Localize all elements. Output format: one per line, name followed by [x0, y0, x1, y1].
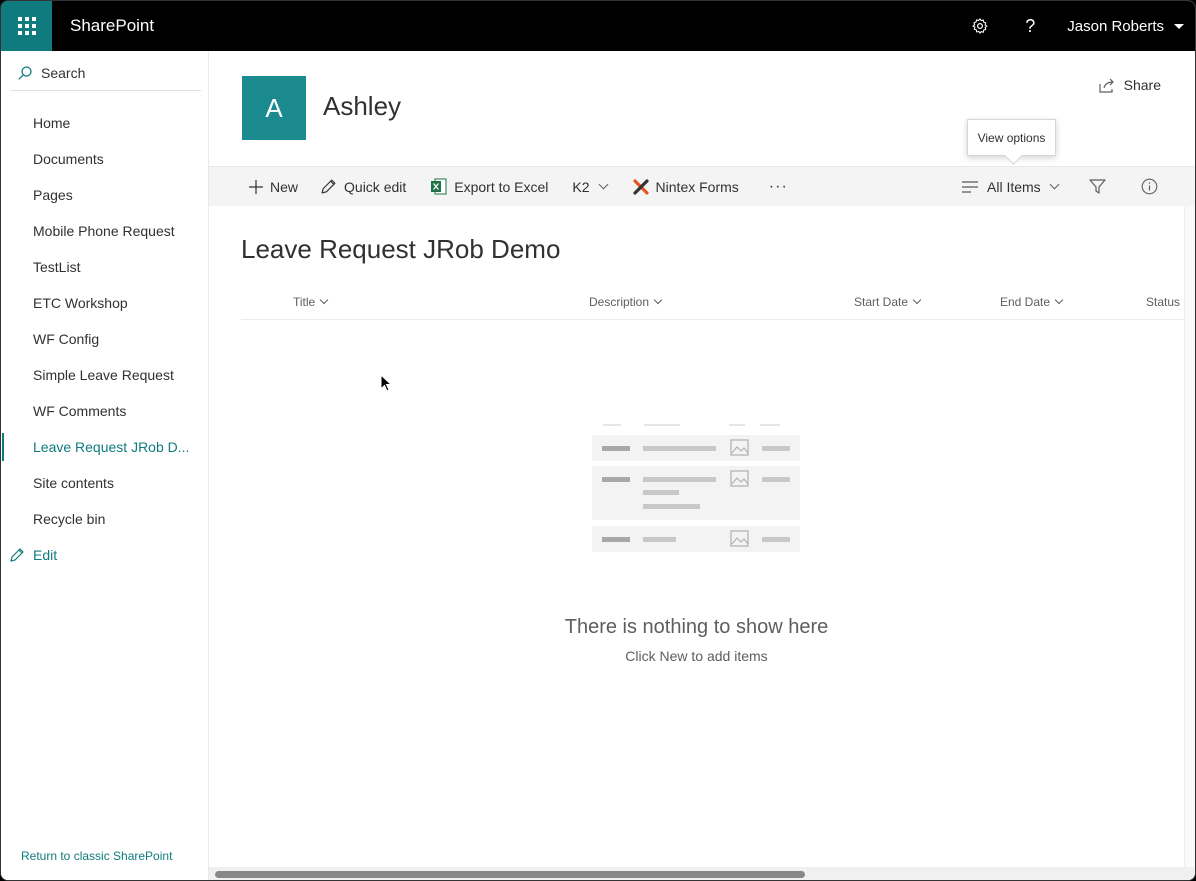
search-box[interactable]: Search: [11, 55, 201, 91]
column-header-end-date[interactable]: End Date: [1000, 295, 1064, 309]
nintex-icon: [632, 178, 649, 195]
filter-icon: [1089, 178, 1106, 194]
gear-icon: [972, 18, 988, 34]
nav-item-wf-comments[interactable]: WF Comments: [1, 393, 209, 429]
command-bar: New Quick edit Export to Excel K2 Nintex…: [209, 166, 1195, 207]
share-button[interactable]: Share: [1099, 77, 1161, 93]
quick-edit-label: Quick edit: [344, 178, 407, 195]
info-button[interactable]: [1141, 167, 1158, 207]
column-header-description[interactable]: Description: [589, 295, 663, 309]
site-title[interactable]: Ashley: [323, 91, 401, 122]
nav-item-recycle-bin[interactable]: Recycle bin: [1, 501, 209, 537]
nav-item-leave-request-jrob-demo[interactable]: Leave Request JRob D...: [1, 429, 209, 465]
new-label: New: [270, 178, 299, 195]
horizontal-scrollbar-thumb[interactable]: [215, 871, 805, 878]
browser-frame: SharePoint ? Jason Roberts Search Home D…: [0, 0, 1196, 881]
user-name[interactable]: Jason Roberts: [1067, 18, 1164, 35]
column-header-label: Status: [1146, 295, 1181, 309]
nav-item-testlist[interactable]: TestList: [1, 249, 209, 285]
empty-list-illustration: [592, 424, 800, 552]
horizontal-scrollbar[interactable]: [209, 867, 1195, 880]
export-label: Export to Excel: [454, 178, 549, 195]
empty-state-subtitle: Click New to add items: [625, 648, 768, 664]
mouse-cursor-icon: [380, 374, 392, 392]
nav-edit-label: Edit: [33, 547, 58, 563]
column-header-label: Start Date: [854, 295, 909, 309]
header-divider: [241, 319, 1184, 320]
pencil-icon: [10, 548, 24, 562]
list-title: Leave Request JRob Demo: [241, 234, 561, 264]
waffle-icon: [17, 17, 36, 35]
export-to-excel-button[interactable]: Export to Excel: [430, 167, 548, 207]
k2-menu-button[interactable]: K2: [572, 167, 608, 207]
lines-icon: [962, 180, 978, 193]
settings-button[interactable]: [955, 1, 1005, 51]
empty-state-title: There is nothing to show here: [564, 616, 829, 638]
column-header-start-date[interactable]: Start Date: [854, 295, 922, 309]
share-icon: [1099, 78, 1114, 93]
pencil-icon: [321, 179, 336, 194]
info-icon: [1141, 178, 1158, 195]
chevron-down-icon: [598, 179, 608, 190]
main-area: A Ashley Share View options New Quick ed…: [209, 51, 1195, 880]
suite-bar: SharePoint ? Jason Roberts: [1, 1, 1195, 51]
nav-item-wf-config[interactable]: WF Config: [1, 321, 209, 357]
nav-item-home[interactable]: Home: [1, 105, 209, 141]
plus-icon: [249, 179, 263, 194]
return-to-classic-link[interactable]: Return to classic SharePoint: [21, 849, 172, 863]
column-header-title[interactable]: Title: [293, 295, 329, 309]
column-header-label: End Date: [1000, 295, 1051, 309]
left-navigation: Search Home Documents Pages Mobile Phone…: [1, 51, 209, 880]
nav-item-simple-leave-request[interactable]: Simple Leave Request: [1, 357, 209, 393]
help-button[interactable]: ?: [1005, 1, 1055, 51]
suite-right-controls: ? Jason Roberts: [955, 1, 1195, 51]
chevron-down-icon: [1049, 179, 1060, 190]
nintex-label: Nintex Forms: [655, 178, 739, 195]
site-nav-list: Home Documents Pages Mobile Phone Reques…: [1, 105, 209, 573]
chevron-down-icon: [912, 295, 922, 305]
chevron-down-icon: [653, 295, 663, 305]
site-logo[interactable]: A: [242, 76, 306, 140]
nav-edit-link[interactable]: Edit: [1, 537, 209, 573]
excel-icon: [431, 178, 447, 195]
user-menu-caret-icon[interactable]: [1174, 23, 1184, 29]
nav-item-etc-workshop[interactable]: ETC Workshop: [1, 285, 209, 321]
vertical-scroll-track[interactable]: [1184, 206, 1195, 867]
app-launcher-button[interactable]: [1, 1, 52, 51]
chevron-down-icon: [319, 295, 329, 305]
nav-item-mobile-phone-request[interactable]: Mobile Phone Request: [1, 213, 209, 249]
nintex-forms-button[interactable]: Nintex Forms: [632, 167, 739, 207]
k2-label: K2: [572, 178, 590, 195]
more-commands-button[interactable]: ···: [769, 167, 788, 207]
nav-item-pages[interactable]: Pages: [1, 177, 209, 213]
share-label: Share: [1123, 77, 1161, 93]
brand-link[interactable]: SharePoint: [70, 16, 154, 36]
nav-item-documents[interactable]: Documents: [1, 141, 209, 177]
list-content: Leave Request JRob Demo Title Descriptio…: [209, 206, 1184, 867]
column-header-label: Title: [293, 295, 316, 309]
chevron-down-icon: [1054, 295, 1064, 305]
filter-button[interactable]: [1089, 167, 1106, 207]
column-header-label: Description: [589, 295, 650, 309]
quick-edit-button[interactable]: Quick edit: [320, 167, 406, 207]
nav-item-site-contents[interactable]: Site contents: [1, 465, 209, 501]
help-icon: ?: [1025, 15, 1036, 36]
new-button[interactable]: New: [249, 167, 298, 207]
view-options-tooltip: View options: [967, 119, 1056, 156]
view-selector-button[interactable]: All Items: [962, 167, 1060, 207]
column-header-status[interactable]: Status: [1146, 295, 1180, 309]
search-icon: [18, 65, 32, 80]
search-label: Search: [41, 64, 86, 81]
view-label: All Items: [987, 178, 1041, 195]
